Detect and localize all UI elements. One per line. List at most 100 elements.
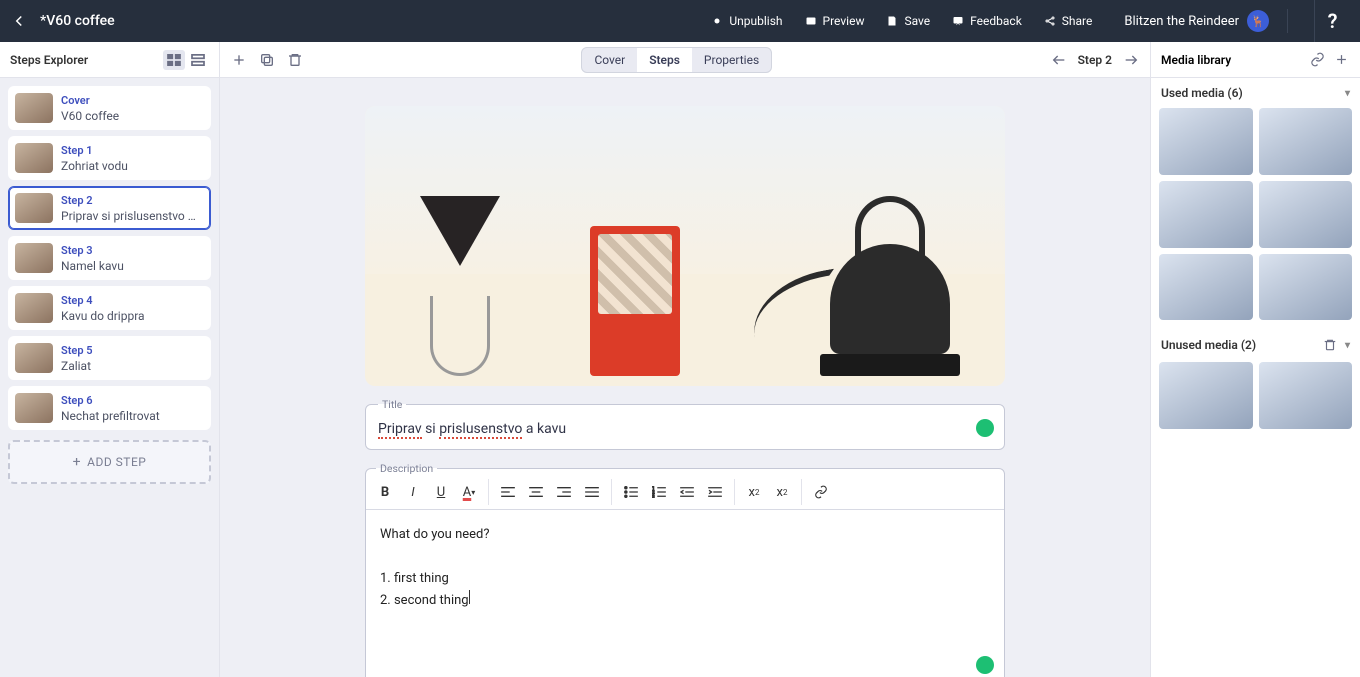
avatar: 🦌 <box>1247 10 1269 32</box>
step-label: Step 2 <box>61 194 196 207</box>
media-thumb[interactable] <box>1259 362 1353 429</box>
chevron-down-icon: ▾ <box>1345 340 1350 351</box>
media-thumb[interactable] <box>1159 108 1253 175</box>
step-thumb <box>15 293 53 323</box>
sidebar-step-item[interactable]: Step 6 Nechat prefiltrovat <box>8 386 211 430</box>
media-thumb[interactable] <box>1259 108 1353 175</box>
outdent-button[interactable] <box>674 479 700 505</box>
sidebar-step-item[interactable]: Step 2 Priprav si prislusenstvo … <box>8 186 211 230</box>
next-step-icon[interactable] <box>1122 51 1140 69</box>
list-view-icon[interactable] <box>187 50 209 70</box>
link-media-icon[interactable] <box>1308 51 1326 69</box>
media-thumb[interactable] <box>1159 362 1253 429</box>
doc-title: *V60 coffee <box>40 13 115 29</box>
grid-view-icon[interactable] <box>163 50 185 70</box>
step-thumb <box>15 343 53 373</box>
media-thumb[interactable] <box>1259 254 1353 321</box>
step-label: Step 6 <box>61 394 160 407</box>
step-name: Zohriat vodu <box>61 159 128 173</box>
help-icon[interactable]: ? <box>1314 0 1350 42</box>
sidebar-step-item[interactable]: Step 5 Zaliat <box>8 336 211 380</box>
unused-media-label: Unused media (2) <box>1161 338 1321 352</box>
media-title: Media library <box>1161 53 1302 67</box>
grammarly-icon <box>976 656 994 674</box>
align-justify-button[interactable] <box>579 479 605 505</box>
bold-button[interactable]: B <box>372 479 398 505</box>
olist-button[interactable]: 123 <box>646 479 672 505</box>
chevron-down-icon: ▾ <box>1345 88 1350 99</box>
feedback-button[interactable]: Feedback <box>944 9 1030 33</box>
sidebar-step-item[interactable]: Step 1 Zohriat vodu <box>8 136 211 180</box>
step-label: Cover <box>61 94 119 107</box>
media-thumb[interactable] <box>1159 181 1253 248</box>
wysiwyg-toolbar: B I U A ▾ <box>366 475 1004 510</box>
link-button[interactable] <box>808 479 834 505</box>
view-toggle <box>163 50 209 70</box>
grammarly-icon <box>976 419 994 437</box>
step-thumb <box>15 243 53 273</box>
step-label: Step 1 <box>61 144 128 157</box>
description-field: Description B I U A ▾ <box>365 462 1005 677</box>
step-label: Step 5 <box>61 344 93 357</box>
used-media-label: Used media (6) <box>1161 86 1345 100</box>
media-thumb[interactable] <box>1159 254 1253 321</box>
step-label: Step 4 <box>61 294 145 307</box>
textcolor-button[interactable]: A ▾ <box>456 479 482 505</box>
step-name: Nechat prefiltrovat <box>61 409 160 423</box>
add-step-button[interactable]: +ADD STEP <box>8 440 211 484</box>
ulist-button[interactable] <box>618 479 644 505</box>
tab-steps[interactable]: Steps <box>637 48 692 72</box>
share-button[interactable]: Share <box>1036 9 1101 33</box>
app-header: *V60 coffee Unpublish Preview Save Feedb… <box>0 0 1360 42</box>
description-editor[interactable]: What do you need? 1. first thing 2. seco… <box>366 510 1004 677</box>
indent-button[interactable] <box>702 479 728 505</box>
step-label: Step 3 <box>61 244 124 257</box>
step-name: Priprav si prislusenstvo … <box>61 209 196 223</box>
align-right-button[interactable] <box>551 479 577 505</box>
prev-step-icon[interactable] <box>1050 51 1068 69</box>
tab-properties[interactable]: Properties <box>692 48 771 72</box>
editor-tabs: Cover Steps Properties <box>581 47 772 73</box>
add-media-icon[interactable] <box>1332 51 1350 69</box>
center-area: Cover Steps Properties Step 2 Title <box>220 42 1150 677</box>
align-left-button[interactable] <box>495 479 521 505</box>
back-icon[interactable] <box>10 12 28 30</box>
unpublish-button[interactable]: Unpublish <box>703 9 790 33</box>
sidebar-title: Steps Explorer <box>10 53 88 67</box>
step-thumb <box>15 393 53 423</box>
media-panel: Media library Used media (6) ▾ Unused me… <box>1150 42 1360 677</box>
step-name: Zaliat <box>61 359 93 373</box>
superscript-button[interactable]: x2 <box>741 479 767 505</box>
sidebar-step-item[interactable]: Step 4 Kavu do drippra <box>8 286 211 330</box>
step-nav: Step 2 <box>1050 51 1140 69</box>
subscript-button[interactable]: x2 <box>769 479 795 505</box>
step-hero-image[interactable] <box>365 106 1005 386</box>
unused-media-grid <box>1151 362 1360 437</box>
title-input[interactable]: Priprav si prislusenstvo a kavu <box>378 421 992 437</box>
italic-button[interactable]: I <box>400 479 426 505</box>
save-button[interactable]: Save <box>878 9 938 33</box>
align-center-button[interactable] <box>523 479 549 505</box>
underline-button[interactable]: U <box>428 479 454 505</box>
step-name: V60 coffee <box>61 109 119 123</box>
steps-sidebar: Steps Explorer Cover V60 coffee Step 1 Zohr… <box>0 42 220 677</box>
current-user[interactable]: Blitzen the Reindeer 🦌 <box>1124 10 1269 32</box>
used-media-grid <box>1151 108 1360 328</box>
svg-text:3: 3 <box>652 495 655 498</box>
preview-button[interactable]: Preview <box>797 9 873 33</box>
step-thumb <box>15 143 53 173</box>
sidebar-step-item[interactable]: Cover V60 coffee <box>8 86 211 130</box>
tab-cover[interactable]: Cover <box>582 48 637 72</box>
step-name: Kavu do drippra <box>61 309 145 323</box>
step-thumb <box>15 193 53 223</box>
media-thumb[interactable] <box>1259 181 1353 248</box>
step-nav-label: Step 2 <box>1078 53 1112 67</box>
step-name: Namel kavu <box>61 259 124 273</box>
trash-icon[interactable] <box>1321 336 1339 354</box>
title-field: Title Priprav si prislusenstvo a kavu <box>365 398 1005 450</box>
duplicate-icon[interactable] <box>258 51 276 69</box>
add-icon[interactable] <box>230 51 248 69</box>
step-thumb <box>15 93 53 123</box>
delete-icon[interactable] <box>286 51 304 69</box>
sidebar-step-item[interactable]: Step 3 Namel kavu <box>8 236 211 280</box>
